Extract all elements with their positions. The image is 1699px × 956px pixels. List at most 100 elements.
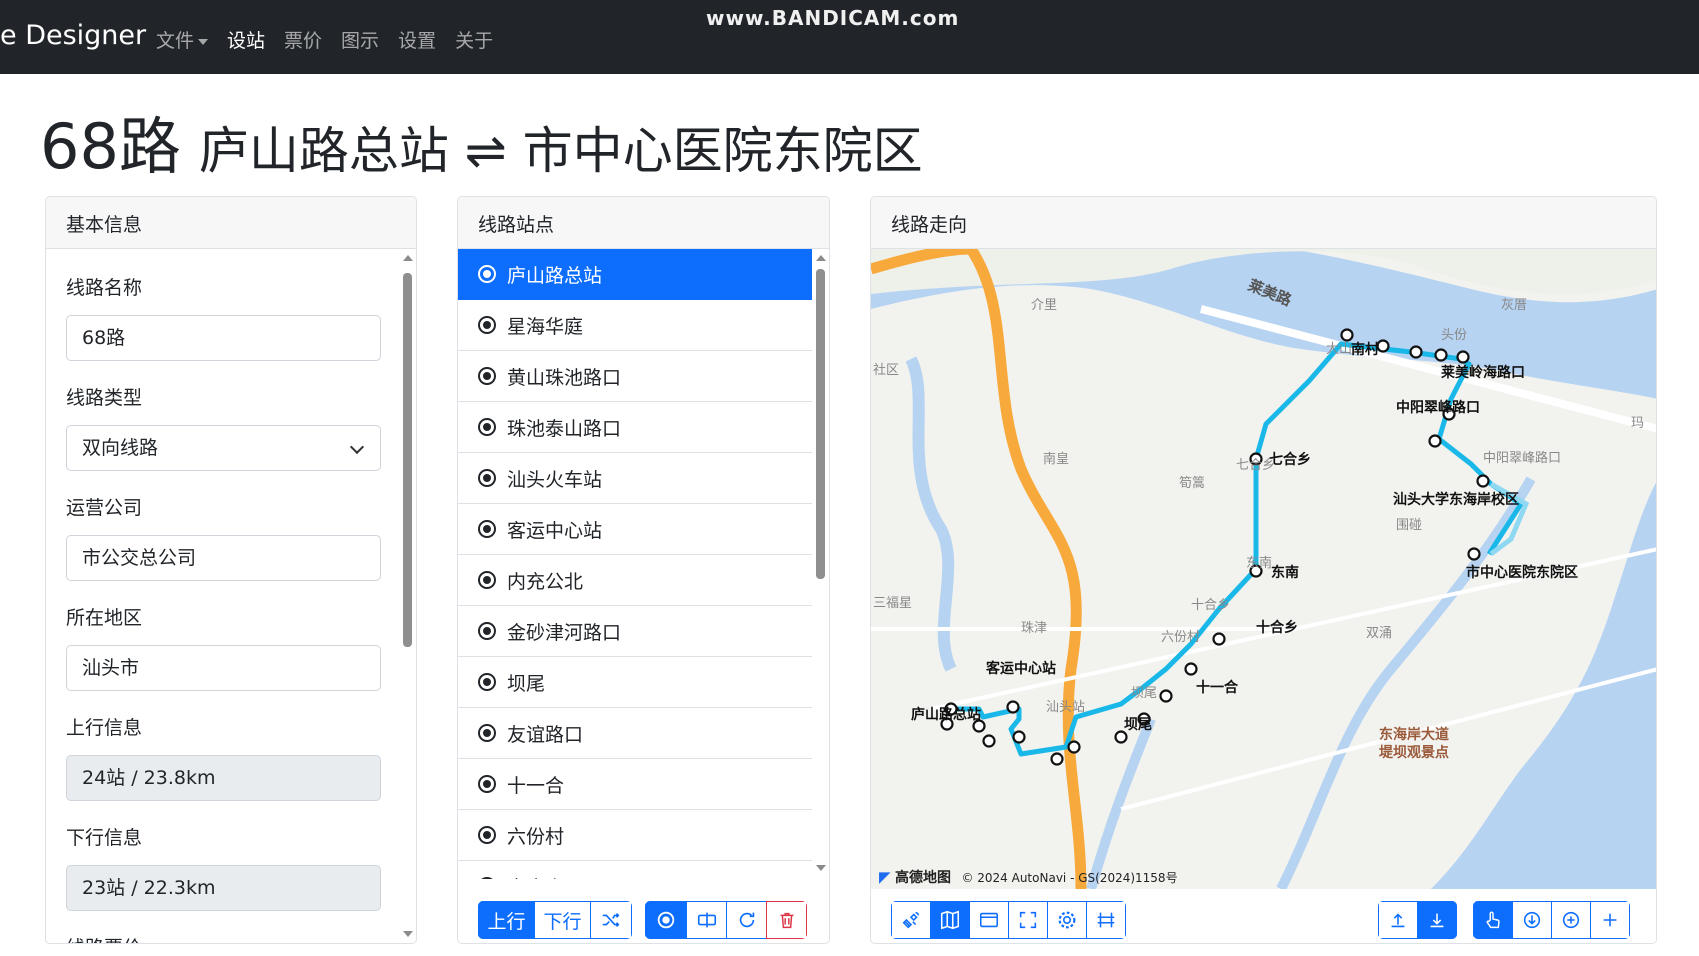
- stop-marker[interactable]: [1184, 662, 1198, 676]
- map-label: 围碰: [1396, 518, 1422, 533]
- radio-icon[interactable]: [478, 571, 496, 589]
- stop-item[interactable]: 黄山珠池路口: [458, 351, 812, 402]
- stop-marker[interactable]: [1159, 689, 1173, 703]
- move-down-button[interactable]: [1417, 901, 1457, 939]
- upward-info-field: 24站 / 23.8km: [66, 755, 381, 801]
- stop-marker[interactable]: [982, 734, 996, 748]
- radio-icon[interactable]: [478, 316, 496, 334]
- map-label: 七合乡: [1236, 458, 1275, 473]
- radio-icon[interactable]: [478, 622, 496, 640]
- stop-item[interactable]: 汕头火车站: [458, 453, 812, 504]
- downward-button[interactable]: 下行: [534, 901, 591, 939]
- stop-marker[interactable]: [1114, 730, 1128, 744]
- panel-button[interactable]: [969, 901, 1009, 939]
- radio-icon[interactable]: [478, 775, 496, 793]
- nav-item-stations[interactable]: 设站: [227, 26, 265, 53]
- radio-icon[interactable]: [478, 469, 496, 487]
- stop-marker[interactable]: [1067, 740, 1081, 754]
- info-scrollbar[interactable]: [399, 249, 416, 943]
- stop-item[interactable]: 客运中心站: [458, 504, 812, 555]
- stop-item[interactable]: 庐山路总站: [458, 249, 812, 300]
- route-type-select[interactable]: 双向线路: [66, 425, 381, 471]
- nav-item-settings[interactable]: 设置: [398, 26, 436, 53]
- route-name-input[interactable]: 68路: [66, 315, 381, 361]
- radio-icon[interactable]: [478, 877, 496, 879]
- split-stop-button[interactable]: [686, 901, 727, 939]
- route-fit-button[interactable]: [1086, 901, 1126, 939]
- radio-icon[interactable]: [478, 367, 496, 385]
- stop-marker[interactable]: [1050, 752, 1064, 766]
- upward-button[interactable]: 上行: [478, 901, 535, 939]
- stop-item[interactable]: 六份村: [458, 810, 812, 861]
- scroll-up-icon[interactable]: [816, 255, 826, 261]
- stop-marker[interactable]: [1456, 350, 1470, 364]
- stop-marker[interactable]: [1006, 700, 1020, 714]
- move-up-button[interactable]: [1378, 901, 1418, 939]
- map-label: 市中心医院东院区: [1466, 564, 1578, 581]
- stop-edit-button-group: [645, 901, 807, 939]
- scroll-down-icon[interactable]: [816, 865, 826, 871]
- map-settings-button[interactable]: [1047, 901, 1087, 939]
- route-map[interactable]: 南村 莱美岭海路口 中阳翠峰路口 七合乡 汕头大学东海岸校区 市中心医院东院区 东南 十合乡十…: [871, 249, 1657, 889]
- stop-item[interactable]: 坝尾: [458, 657, 812, 708]
- stop-marker[interactable]: [1212, 632, 1226, 646]
- stop-markers[interactable]: [940, 328, 1490, 766]
- map-label: 十一合: [1196, 679, 1239, 696]
- stop-item[interactable]: 十合乡: [458, 861, 812, 879]
- stop-marker[interactable]: [1340, 328, 1354, 342]
- nav-item-diagram[interactable]: 图示: [341, 26, 379, 53]
- info-scroll-thumb[interactable]: [403, 273, 412, 647]
- add-stop-circle-button[interactable]: [1551, 901, 1591, 939]
- stop-item[interactable]: 内充公北: [458, 555, 812, 606]
- nav-item-about[interactable]: 关于: [455, 26, 493, 53]
- stop-item[interactable]: 星海华庭: [458, 300, 812, 351]
- map-label: 中阳翠峰路口: [1483, 450, 1561, 466]
- scroll-up-icon[interactable]: [403, 255, 413, 261]
- radio-icon[interactable]: [478, 265, 496, 283]
- pointer-button[interactable]: [1473, 901, 1513, 939]
- stop-marker[interactable]: [1428, 434, 1442, 448]
- stop-marker[interactable]: [1409, 345, 1423, 359]
- map-layer-button[interactable]: [930, 901, 970, 939]
- scroll-down-icon[interactable]: [403, 931, 413, 937]
- map-copyright: © 2024 AutoNavi - GS(2024)1158号: [961, 871, 1178, 885]
- map-canvas[interactable]: 南村莱美岭海路口中阳翠峰路口七合乡汕头大学东海岸校区市中心医院东院区东南十合乡十…: [871, 249, 1657, 889]
- stop-marker[interactable]: [1012, 730, 1026, 744]
- refresh-button[interactable]: [726, 901, 767, 939]
- app-brand[interactable]: e Designer: [0, 20, 146, 51]
- set-stop-button[interactable]: [645, 901, 687, 939]
- delete-stop-button[interactable]: [766, 901, 807, 939]
- stops-scrollbar[interactable]: [812, 249, 829, 879]
- region-input[interactable]: 汕头市: [66, 645, 381, 691]
- stop-item[interactable]: 友谊路口: [458, 708, 812, 759]
- map-provider: 高德地图: [895, 870, 951, 886]
- basic-info-card: 基本信息 线路名称 68路 线路类型 双向线路 运营公司 市公交总公司 所在地区…: [45, 196, 417, 944]
- radio-icon[interactable]: [478, 724, 496, 742]
- radio-icon[interactable]: [478, 520, 496, 538]
- stop-item[interactable]: 珠池泰山路口: [458, 402, 812, 453]
- map-label: 介里: [1031, 298, 1057, 313]
- nav-item-fare[interactable]: 票价: [284, 26, 322, 53]
- nav-item-file[interactable]: 文件: [156, 26, 209, 53]
- stop-marker[interactable]: [1434, 348, 1448, 362]
- stops-scroll-thumb[interactable]: [816, 269, 825, 579]
- stop-marker[interactable]: [1476, 474, 1490, 488]
- satellite-icon: [902, 911, 920, 929]
- stop-name: 汕头火车站: [507, 468, 603, 491]
- fullscreen-button[interactable]: [1008, 901, 1048, 939]
- route-type-label: 线路类型: [66, 387, 143, 409]
- add-button[interactable]: [1590, 901, 1630, 939]
- operator-input[interactable]: 市公交总公司: [66, 535, 381, 581]
- stop-marker[interactable]: [1376, 339, 1390, 353]
- radio-icon[interactable]: [478, 418, 496, 436]
- radio-icon[interactable]: [478, 673, 496, 691]
- stop-item[interactable]: 金砂津河路口: [458, 606, 812, 657]
- radio-icon[interactable]: [478, 826, 496, 844]
- route-map-header: 线路走向: [871, 197, 1656, 249]
- satellite-button[interactable]: [891, 901, 931, 939]
- download-stop-button[interactable]: [1512, 901, 1552, 939]
- shuffle-button[interactable]: [590, 901, 632, 939]
- stop-item[interactable]: 十一合: [458, 759, 812, 810]
- stop-marker[interactable]: [1467, 547, 1481, 561]
- map-label: 玛: [1631, 416, 1644, 431]
